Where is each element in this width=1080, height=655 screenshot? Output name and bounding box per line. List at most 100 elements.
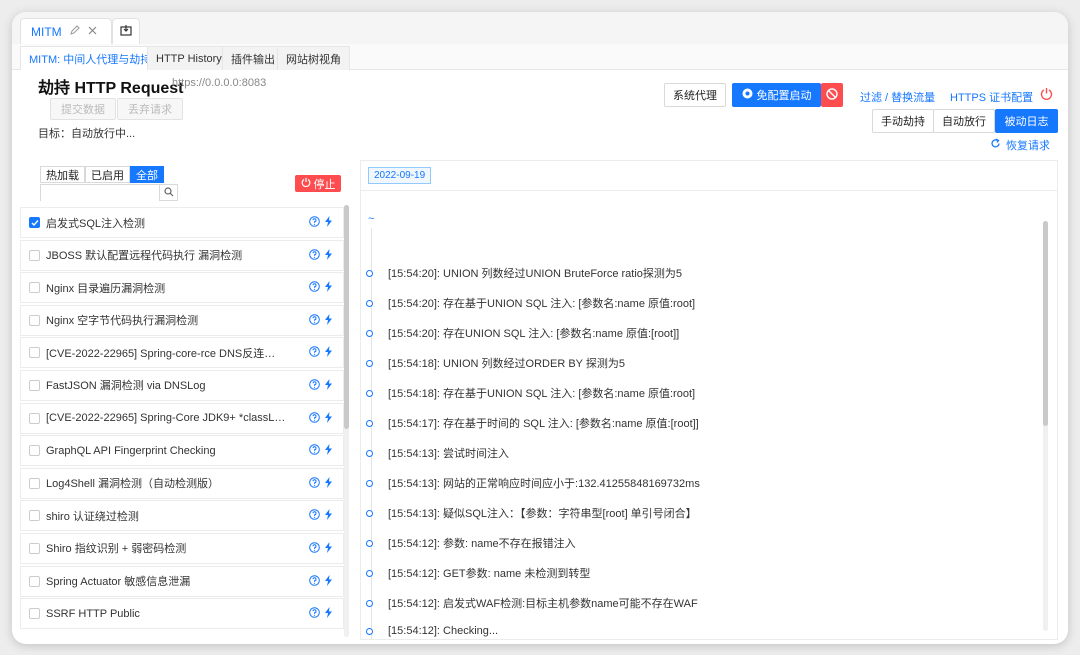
plugin-checkbox[interactable]: [29, 347, 40, 359]
timeline-dot: [366, 419, 373, 427]
help-icon[interactable]: [309, 281, 320, 295]
plugin-checkbox[interactable]: [29, 379, 40, 391]
filter-replace-link[interactable]: 过滤 / 替换流量: [860, 89, 935, 105]
plugin-checkbox[interactable]: [29, 575, 40, 587]
mode-auto-release[interactable]: 自动放行: [933, 109, 995, 133]
plugin-checkbox[interactable]: [29, 217, 40, 228]
filter-hot-reload[interactable]: 热加载: [40, 166, 85, 183]
help-icon[interactable]: [309, 313, 320, 328]
stop-button[interactable]: 停止: [295, 175, 341, 192]
plugin-checkbox[interactable]: [29, 510, 40, 522]
plugin-checkbox[interactable]: [29, 477, 40, 489]
plugin-item[interactable]: Shiro 指纹识别 + 弱密码检测: [20, 532, 344, 564]
plugin-item[interactable]: Spring Actuator 敏感信息泄漏: [20, 565, 344, 597]
plugin-name: shiro 认证绕过检测: [46, 510, 139, 523]
window-tab-mitm[interactable]: MITM: [20, 18, 112, 44]
restore-request-label: 恢复请求: [1006, 140, 1050, 152]
tab-http-history[interactable]: HTTP History: [147, 46, 231, 70]
plugin-item[interactable]: Nginx 目录遍历漏洞检测: [20, 272, 344, 304]
help-icon[interactable]: [309, 346, 320, 360]
submit-data-button[interactable]: 提交数据: [50, 98, 116, 120]
log-entry: [15:54:12]: 参数: name不存在报错注入: [366, 535, 576, 551]
help-icon[interactable]: [309, 476, 320, 491]
plugin-checkbox[interactable]: [29, 282, 40, 294]
thunder-icon[interactable]: [324, 444, 333, 458]
thunder-icon[interactable]: [324, 574, 333, 589]
power-icon[interactable]: [1040, 87, 1053, 103]
plugin-checkbox[interactable]: [29, 608, 40, 620]
filter-all[interactable]: 全部: [130, 166, 164, 183]
plugin-item[interactable]: GraphQL API Fingerprint Checking: [20, 435, 344, 467]
plugin-item[interactable]: [CVE-2022-22965] Spring-core-rce DNS反连检测: [20, 337, 344, 369]
system-proxy-button[interactable]: 系统代理: [664, 83, 726, 107]
plugin-item[interactable]: JBOSS 默认配置远程代码执行 漏洞检测: [20, 239, 344, 271]
thunder-icon[interactable]: [324, 476, 333, 491]
plugin-actions: [309, 476, 333, 491]
plugin-checkbox[interactable]: [29, 542, 40, 554]
mode-manual-hijack[interactable]: 手动劫持: [872, 109, 934, 133]
plugin-item[interactable]: Nginx 空字节代码执行漏洞检测: [20, 304, 344, 336]
plugin-checkbox[interactable]: [29, 412, 40, 424]
plugin-search: [40, 184, 178, 201]
plugin-item[interactable]: [CVE-2022-22965] Spring-Core JDK9+ *clas…: [20, 402, 344, 434]
plugin-checkbox[interactable]: [29, 314, 40, 326]
window-tab-label: MITM: [31, 24, 62, 39]
plugin-checkbox[interactable]: [29, 445, 40, 457]
thunder-icon[interactable]: [324, 411, 333, 426]
plugin-actions: [309, 574, 333, 589]
log-text: [15:54:13]: 疑似SQL注入：【参数：字符串型[root] 单引号闭合…: [388, 508, 697, 520]
log-entry: [15:54:12]: GET参数: name 未检测到转型: [366, 565, 590, 581]
thunder-icon[interactable]: [324, 248, 333, 263]
tab-site-tree[interactable]: 网站树视角: [277, 46, 350, 70]
edit-icon[interactable]: [69, 25, 80, 38]
help-icon[interactable]: [309, 216, 320, 230]
help-icon[interactable]: [309, 607, 320, 621]
thunder-icon[interactable]: [324, 216, 333, 230]
log-text: [15:54:13]: 尝试时间注入: [388, 448, 510, 460]
timeline-dot: [366, 449, 373, 457]
plugin-name: Shiro 指纹识别 + 弱密码检测: [46, 543, 187, 556]
help-icon[interactable]: [309, 509, 320, 523]
log-entry: [15:54:18]: 存在基于UNION SQL 注入: [参数名:name …: [366, 385, 695, 401]
help-icon[interactable]: [309, 411, 320, 426]
thunder-icon[interactable]: [324, 378, 333, 393]
plugin-item[interactable]: 启发式SQL注入检测: [20, 207, 344, 238]
close-icon[interactable]: [88, 26, 97, 38]
disable-button[interactable]: [821, 83, 843, 107]
new-tab-button[interactable]: [112, 18, 140, 44]
tab-mitm[interactable]: MITM: 中间人代理与劫持: [20, 46, 161, 70]
thunder-icon[interactable]: [324, 541, 333, 556]
plugin-search-input[interactable]: [41, 186, 159, 201]
config-free-start-button[interactable]: 免配置启动: [732, 83, 821, 107]
thunder-icon[interactable]: [324, 313, 333, 328]
plugin-checkbox[interactable]: [29, 249, 40, 261]
plugin-name: JBOSS 默认配置远程代码执行 漏洞检测: [46, 250, 243, 263]
search-button[interactable]: [159, 185, 177, 200]
plugin-actions: [309, 216, 333, 230]
tab-plugin-output[interactable]: 插件输出: [222, 46, 284, 70]
plugin-item[interactable]: FastJSON 漏洞检测 via DNSLog: [20, 369, 344, 401]
thunder-icon[interactable]: [324, 281, 333, 295]
log-text: [15:54:20]: 存在基于UNION SQL 注入: [参数名:name …: [388, 298, 696, 310]
plugin-list-scrollbar[interactable]: [344, 205, 349, 637]
mode-passive-log[interactable]: 被动日志: [995, 109, 1058, 133]
plugin-item[interactable]: shiro 认证绕过检测: [20, 500, 344, 532]
help-icon[interactable]: [309, 379, 320, 393]
help-icon[interactable]: [309, 444, 320, 458]
filter-enabled[interactable]: 已启用: [85, 166, 130, 183]
log-entry: [15:54:13]: 疑似SQL注入：【参数：字符串型[root] 单引号闭合…: [366, 505, 697, 521]
log-scrollbar[interactable]: [1043, 221, 1048, 631]
help-icon[interactable]: [309, 248, 320, 263]
refresh-icon: [990, 138, 1001, 152]
plugin-item[interactable]: SSRF HTTP Public: [20, 598, 344, 630]
help-icon[interactable]: [309, 542, 320, 556]
thunder-icon[interactable]: [324, 346, 333, 360]
discard-request-button[interactable]: 丢弃请求: [117, 98, 183, 120]
restore-request-link[interactable]: 恢复请求: [990, 137, 1050, 153]
thunder-icon[interactable]: [324, 509, 333, 523]
https-cert-link[interactable]: HTTPS 证书配置: [950, 89, 1033, 105]
plugin-item[interactable]: Log4Shell 漏洞检测（自动检测版）: [20, 467, 344, 499]
thunder-icon[interactable]: [324, 607, 333, 621]
log-text: [15:54:12]: 启发式WAF检测:目标主机参数name可能不存在WAF: [388, 598, 698, 610]
help-icon[interactable]: [309, 574, 320, 589]
